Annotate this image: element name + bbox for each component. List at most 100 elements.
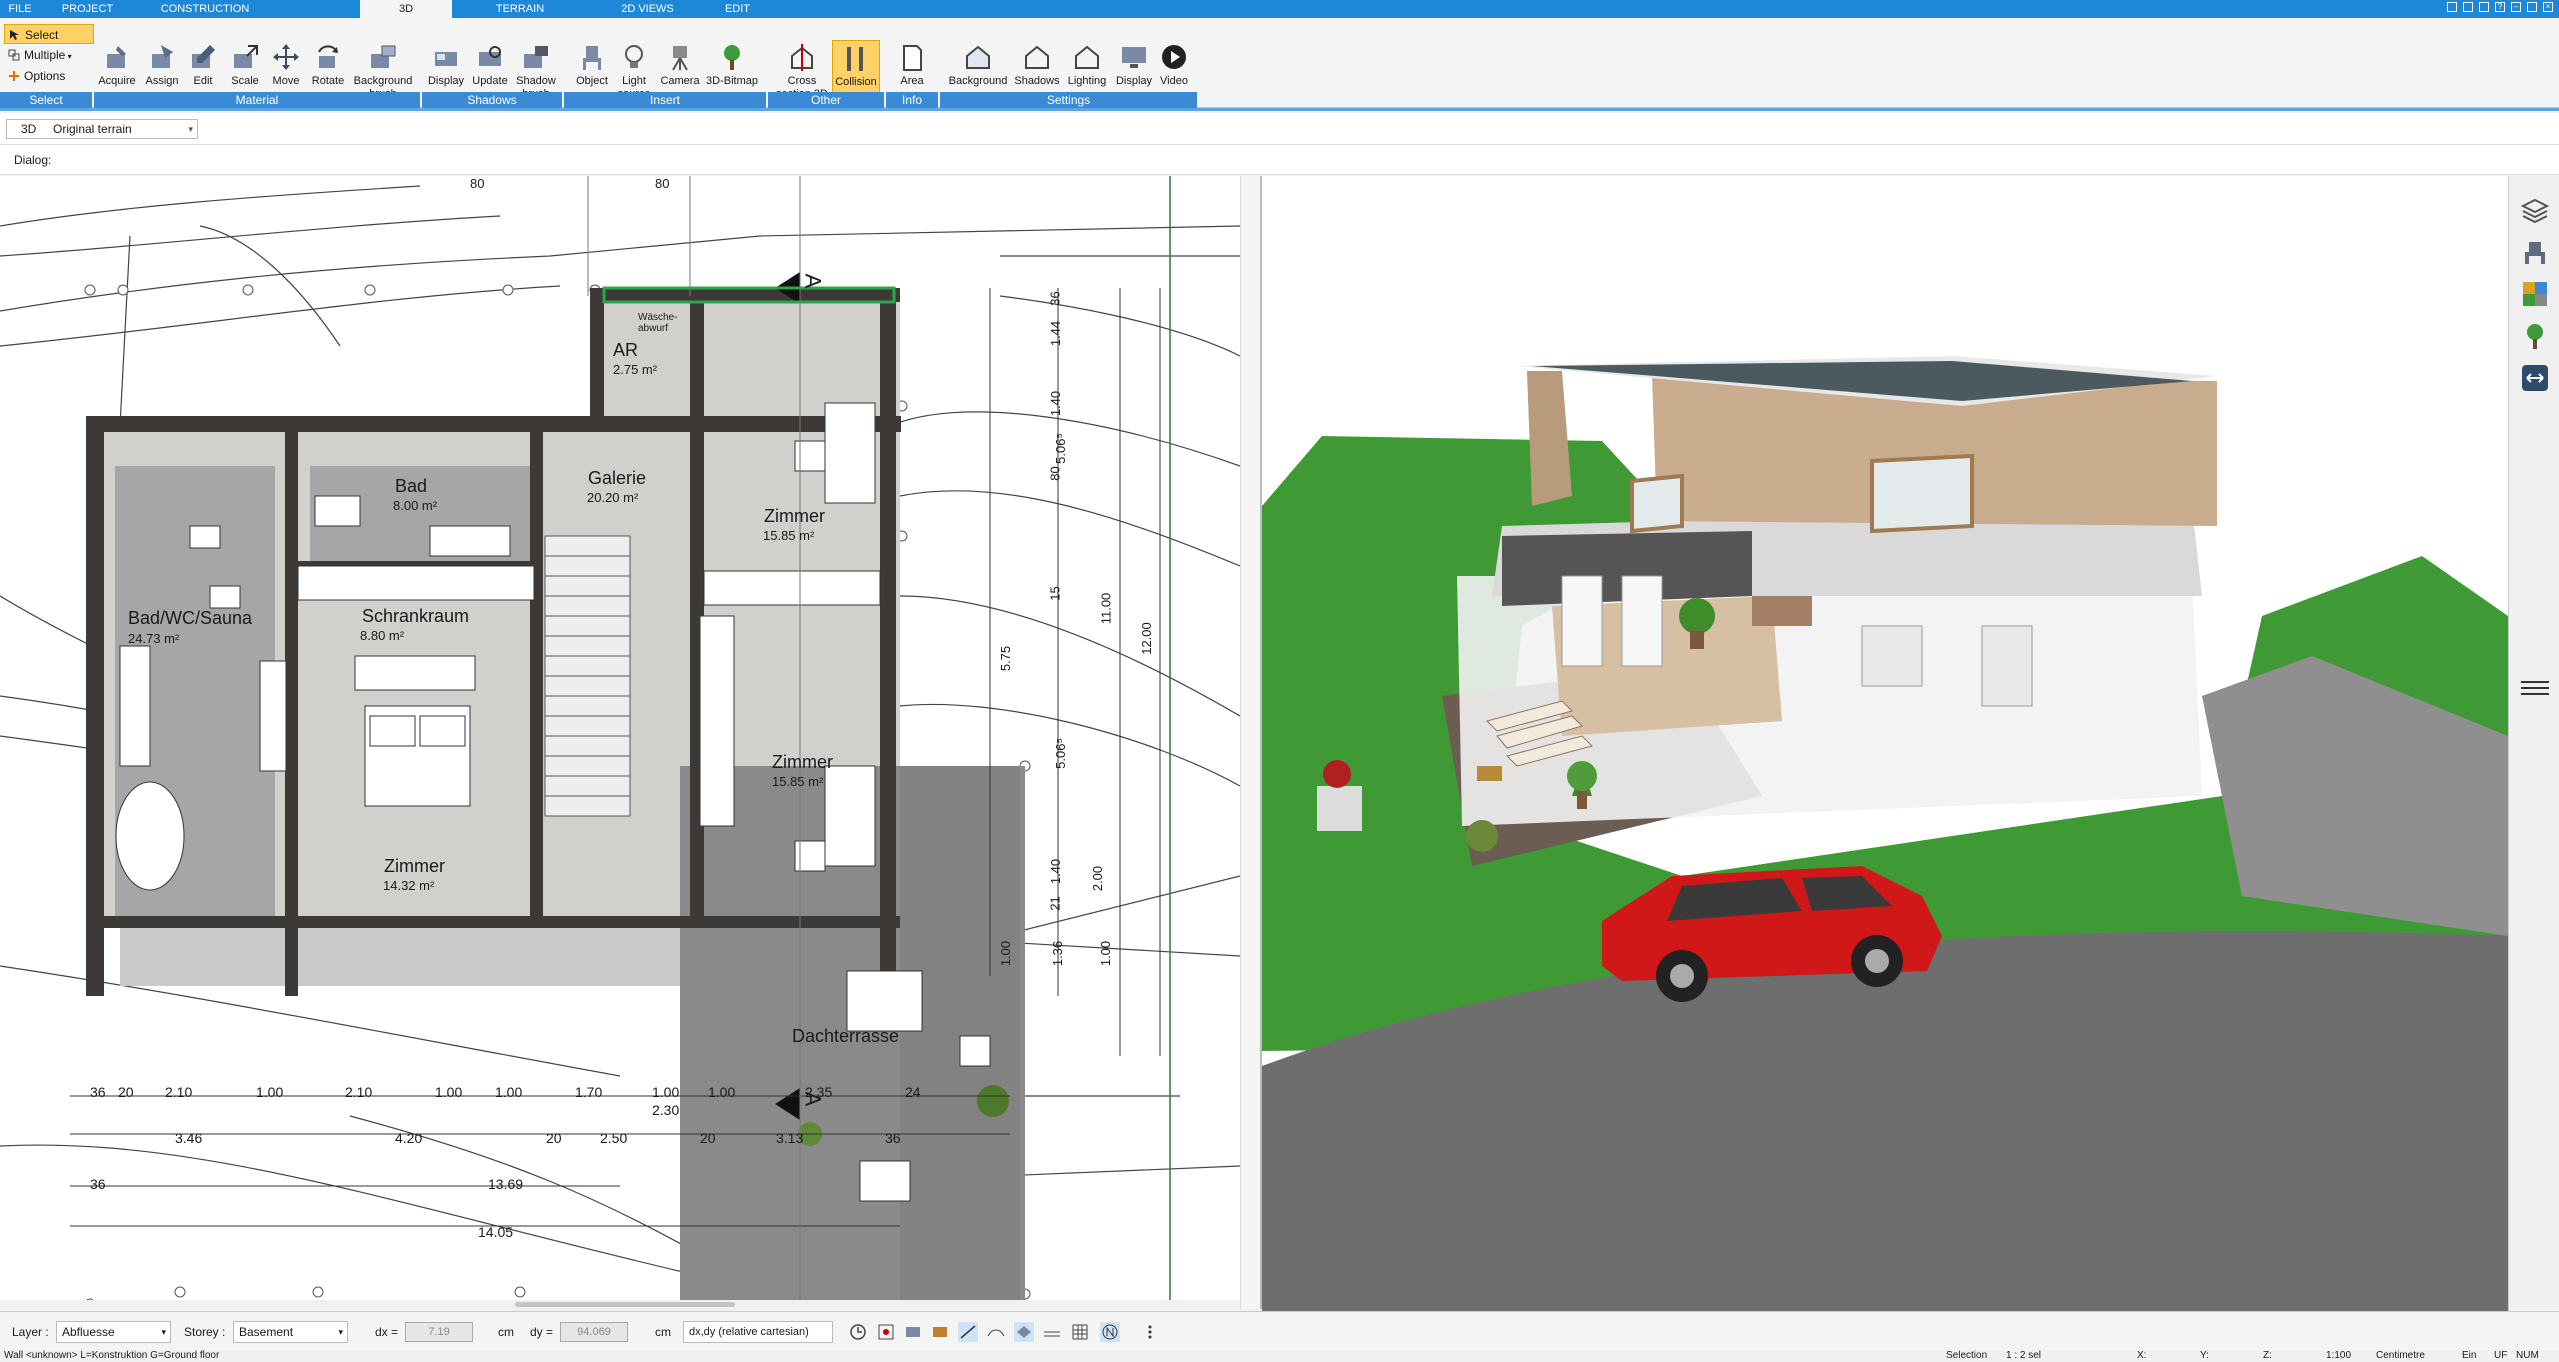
dim-label: 2.10 <box>345 1084 373 1100</box>
window <box>1981 625 2033 707</box>
tab-3d[interactable]: 3D <box>360 0 452 18</box>
options-button[interactable]: Options <box>4 66 94 86</box>
dim-label: 1.00 <box>495 1084 523 1100</box>
restore-panel-icon[interactable] <box>2463 2 2473 12</box>
line-snap-icon[interactable] <box>986 1322 1006 1342</box>
ribbon-empty-area <box>1197 18 2559 108</box>
layout-icon[interactable] <box>2447 2 2457 12</box>
storey-label: Storey : <box>184 1325 226 1339</box>
help-icon[interactable]: ? <box>2495 2 2505 12</box>
multiple-button[interactable]: Multiple ▾ <box>4 45 94 65</box>
x-coordinate: X: <box>2137 1350 2147 1361</box>
room-name: Bad/WC/Sauna <box>128 608 253 628</box>
room-name: Schrankraum <box>362 606 470 626</box>
tab-construction[interactable]: CONSTRUCTION <box>135 0 275 18</box>
tab-file[interactable]: FILE <box>0 0 40 18</box>
status-bar: Wall <unknown> L=Konstruktion G=Ground f… <box>0 1350 2559 1362</box>
terrain-selector[interactable]: 3D Original terrain ▾ <box>6 119 198 139</box>
restore-icon[interactable] <box>2479 2 2489 12</box>
coordinate-mode-select[interactable]: dx,dy (relative cartesian) <box>683 1321 833 1343</box>
tree-catalog-icon[interactable] <box>2521 322 2549 350</box>
dim-label: 3.46 <box>175 1130 203 1146</box>
chair-icon <box>583 46 601 70</box>
dim-label: 1.00 <box>1098 940 1114 967</box>
dim-label: 2.30 <box>652 1102 680 1118</box>
maximize-icon[interactable] <box>2527 2 2537 12</box>
glass-door <box>1621 575 1663 667</box>
3d-scene[interactable] <box>1262 176 2508 1311</box>
object-snap-icon[interactable] <box>930 1322 950 1342</box>
select-label: Select <box>25 28 59 42</box>
y-coordinate: Y: <box>2200 1350 2209 1361</box>
dim-label: 5.06⁵ <box>1052 433 1068 464</box>
wall-snap-icon[interactable] <box>903 1322 923 1342</box>
group-info: Info <box>886 92 938 108</box>
tab-edit[interactable]: EDIT <box>710 0 765 18</box>
chevron-down-icon: ▾ <box>188 124 193 134</box>
right-sidebar <box>2508 176 2559 1311</box>
upper-window <box>1870 453 1974 534</box>
plan-vertical-scrollbar[interactable] <box>1240 176 1260 1309</box>
window-controls: ? – × <box>2447 2 2553 12</box>
select-button[interactable]: Select <box>4 24 94 44</box>
clock-icon[interactable] <box>848 1322 868 1342</box>
waesche-label: Wäsche-abwurf <box>638 312 677 334</box>
area-snap-icon[interactable] <box>1014 1322 1034 1342</box>
3d-view[interactable] <box>1262 176 2508 1311</box>
dx-input[interactable]: 7.19 <box>405 1322 473 1342</box>
tab-terrain[interactable]: TERRAIN <box>460 0 580 18</box>
upper-window <box>1630 473 1684 534</box>
update-icon <box>479 46 501 66</box>
dim-label: 1.00 <box>652 1084 680 1100</box>
floor-plan-view[interactable]: 80 80 Bad 8.00 m² Galerie 20.20 m² Zimme… <box>0 176 1240 1309</box>
house-lighting-icon <box>1075 45 1099 69</box>
play-icon <box>1162 45 1186 69</box>
scrollbar-thumb[interactable] <box>515 1302 735 1307</box>
stairs <box>544 535 631 817</box>
coordinate-mode-value: dx,dy (relative cartesian) <box>689 1326 809 1338</box>
dim-label: 11.00 <box>1098 592 1114 625</box>
move-label: Move <box>272 75 300 87</box>
property-bar: 3D Original terrain ▾ <box>0 113 2559 145</box>
layers-icon[interactable] <box>2521 196 2549 224</box>
close-icon[interactable]: × <box>2543 2 2553 12</box>
north-icon[interactable] <box>1100 1322 1120 1342</box>
room-area: 14.32 m² <box>383 878 435 893</box>
unit-value: Centimetre <box>2376 1350 2425 1361</box>
waesche-line: Wäsche- <box>638 312 678 323</box>
minimize-icon[interactable]: – <box>2511 2 2521 12</box>
dim-label: 2.00 <box>1090 865 1106 892</box>
materials-icon[interactable] <box>2521 280 2549 308</box>
layer-select[interactable]: Abfluesse ▾ <box>56 1321 171 1343</box>
tab-2d-views[interactable]: 2D VIEWS <box>590 0 705 18</box>
grid-icon[interactable] <box>1070 1322 1090 1342</box>
more-options-icon[interactable] <box>1140 1322 1160 1342</box>
mode-label: 3D <box>21 122 37 136</box>
total-dim-label: 14.05 <box>478 1224 514 1240</box>
plan-horizontal-scrollbar[interactable] <box>0 1300 1240 1309</box>
selection-count: 1 : 2 sel <box>2006 1350 2042 1361</box>
chevron-down-icon: ▾ <box>338 1327 343 1337</box>
edit-label: Edit <box>193 75 213 87</box>
app-window: FILE PROJECT CONSTRUCTION 3D TERRAIN 2D … <box>0 0 2559 1362</box>
dim-label: 36 <box>90 1084 106 1100</box>
tab-project[interactable]: PROJECT <box>45 0 130 18</box>
snap-icon[interactable] <box>876 1322 896 1342</box>
dim-label: 20 <box>118 1084 134 1100</box>
video-label: Video <box>1160 75 1188 87</box>
paint-bucket-icon <box>152 45 173 68</box>
ortho-icon[interactable] <box>1042 1322 1062 1342</box>
dim-label: 1.00 <box>435 1084 463 1100</box>
group-settings: Settings <box>940 92 1197 108</box>
collapse-panel-icon[interactable] <box>2515 676 2555 700</box>
angle-snap-icon[interactable] <box>958 1322 978 1342</box>
dy-input[interactable]: 94.069 <box>560 1322 628 1342</box>
chair-catalog-icon[interactable] <box>2521 238 2549 266</box>
dim-label: 36 <box>885 1130 901 1146</box>
navigation-icon[interactable] <box>2521 364 2549 392</box>
storey-select[interactable]: Basement ▾ <box>233 1321 348 1343</box>
multi-select-icon <box>8 49 20 61</box>
terrain-value: Original terrain <box>53 122 132 136</box>
top-dim-label: 80 <box>470 176 485 191</box>
group-material: Material <box>94 92 420 108</box>
